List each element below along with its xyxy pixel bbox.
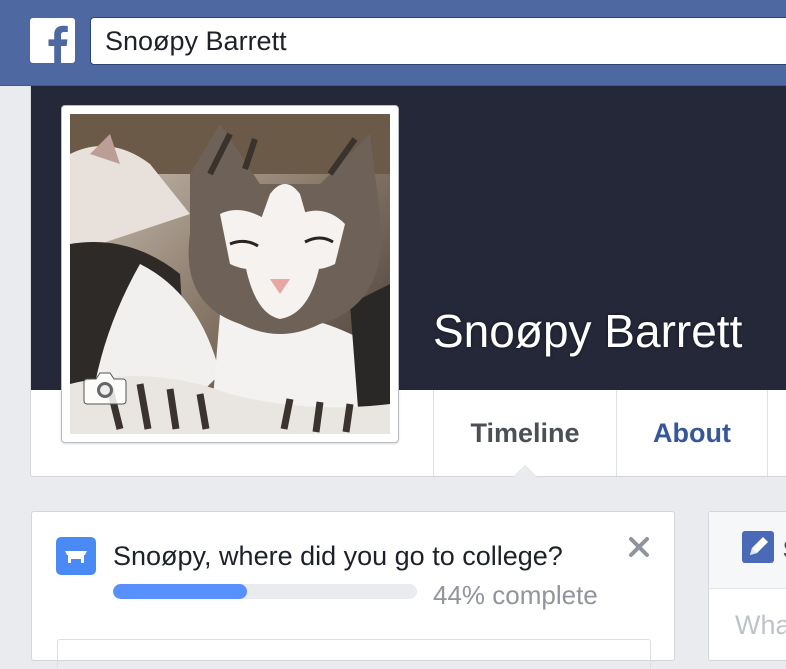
- progress-label: 44% complete: [433, 580, 598, 610]
- profile-picture[interactable]: [61, 105, 399, 443]
- search-input[interactable]: [90, 17, 786, 65]
- education-icon: [56, 537, 96, 575]
- tab-about[interactable]: About: [616, 390, 767, 476]
- profile-tabs: Timeline About: [433, 390, 786, 478]
- composer-header: S: [709, 512, 786, 589]
- post-composer: S Wha: [708, 511, 786, 661]
- composer-input-placeholder[interactable]: Wha: [735, 610, 786, 641]
- prompt-input-area[interactable]: [57, 639, 651, 669]
- pencil-icon[interactable]: [742, 531, 774, 563]
- profile-name[interactable]: Snoøpy Barrett: [433, 304, 742, 358]
- facebook-logo-icon[interactable]: [30, 18, 75, 63]
- progress-bar-fill: [113, 584, 247, 599]
- camera-icon[interactable]: [83, 371, 127, 405]
- prompt-question: Snoøpy, where did you go to college?: [113, 541, 563, 571]
- active-tab-indicator: [512, 465, 538, 478]
- tab-timeline[interactable]: Timeline: [433, 390, 616, 476]
- top-navigation-bar: [0, 0, 786, 86]
- tab-more[interactable]: [767, 390, 786, 476]
- close-icon[interactable]: [626, 534, 652, 560]
- progress-bar: [113, 584, 417, 599]
- profile-completion-card: Snoøpy, where did you go to college? 44%…: [31, 511, 675, 669]
